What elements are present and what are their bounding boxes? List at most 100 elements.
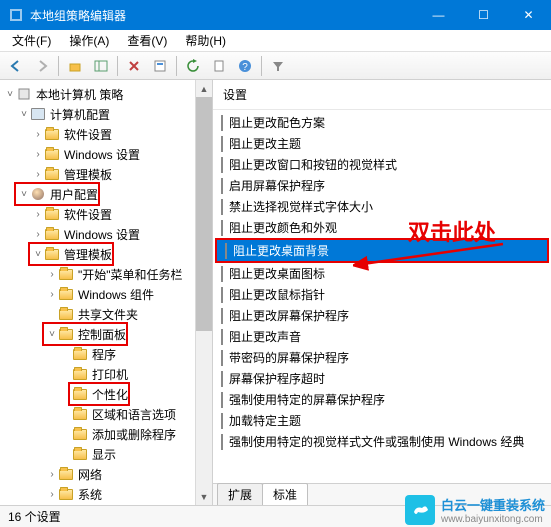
list-item-label: 阻止更改声音 [229, 328, 301, 345]
forward-button[interactable] [30, 54, 54, 78]
list-item[interactable]: 阻止更改颜色和外观 [213, 217, 551, 238]
tree-cc-software[interactable]: › 软件设置 [0, 124, 212, 144]
list-item[interactable]: 阻止更改声音 [213, 326, 551, 347]
tree-label: 软件设置 [64, 126, 112, 143]
show-hide-tree-button[interactable] [89, 54, 113, 78]
list-item[interactable]: 启用屏幕保护程序 [213, 175, 551, 196]
tree-add-remove[interactable]: 添加或删除程序 [0, 424, 212, 444]
tree-label: 系统 [78, 486, 102, 503]
filter-button[interactable] [266, 54, 290, 78]
tree-scrollbar[interactable]: ▲ ▼ [195, 80, 212, 505]
scrollbar-thumb[interactable] [196, 97, 212, 331]
list-item[interactable]: 禁止选择视觉样式字体大小 [213, 196, 551, 217]
tree-network[interactable]: › 网络 [0, 464, 212, 484]
collapse-icon[interactable]: ˅ [46, 329, 58, 340]
tree-display[interactable]: 显示 [0, 444, 212, 464]
tree-region-lang[interactable]: 区域和语言选项 [0, 404, 212, 424]
tree-windows-components[interactable]: › Windows 组件 [0, 284, 212, 304]
tree-cc-windows[interactable]: › Windows 设置 [0, 144, 212, 164]
tree-start-taskbar[interactable]: › "开始"菜单和任务栏 [0, 264, 212, 284]
setting-icon [221, 200, 223, 214]
close-button[interactable]: ✕ [506, 0, 551, 30]
menu-help[interactable]: 帮助(H) [177, 30, 234, 51]
maximize-button[interactable]: ☐ [461, 0, 506, 30]
tree-root[interactable]: ˅ 本地计算机 策略 [0, 84, 212, 104]
tab-extended[interactable]: 扩展 [217, 483, 263, 505]
list-item[interactable]: 阻止更改屏幕保护程序 [213, 305, 551, 326]
tree-cc-templates[interactable]: › 管理模板 [0, 164, 212, 184]
watermark-url: www.baiyunxitong.com [441, 514, 545, 525]
tree-uc-templates[interactable]: ˅ 管理模板 [30, 244, 112, 264]
list-item-label: 强制使用特定的视觉样式文件或强制使用 Windows 经典 [229, 433, 524, 450]
expand-icon[interactable]: › [46, 469, 58, 480]
tree-printers[interactable]: 打印机 [0, 364, 212, 384]
up-button[interactable] [63, 54, 87, 78]
expand-icon[interactable]: › [32, 229, 44, 240]
list-item[interactable]: 阻止更改桌面背景 [217, 240, 547, 261]
tree-uc-windows[interactable]: › Windows 设置 [0, 224, 212, 244]
list-item[interactable]: 强制使用特定的视觉样式文件或强制使用 Windows 经典 [213, 431, 551, 452]
expand-icon[interactable]: › [32, 149, 44, 160]
scroll-up-icon[interactable]: ▲ [196, 80, 212, 97]
delete-button[interactable] [122, 54, 146, 78]
tree-uc-software[interactable]: › 软件设置 [0, 204, 212, 224]
list-item[interactable]: 加载特定主题 [213, 410, 551, 431]
minimize-button[interactable]: — [416, 0, 461, 30]
collapse-icon[interactable]: ˅ [4, 89, 16, 100]
menu-file[interactable]: 文件(F) [4, 30, 59, 51]
list-item[interactable]: 阻止更改鼠标指针 [213, 284, 551, 305]
watermark-logo-icon [405, 495, 435, 525]
refresh-button[interactable] [181, 54, 205, 78]
tree-label: 控制面板 [78, 326, 126, 343]
column-header-setting[interactable]: 设置 [213, 80, 551, 110]
back-button[interactable] [4, 54, 28, 78]
tree-label: 区域和语言选项 [92, 406, 176, 423]
list-item[interactable]: 带密码的屏幕保护程序 [213, 347, 551, 368]
tree-label: Windows 设置 [64, 226, 140, 243]
folder-icon [58, 266, 74, 282]
tree-shared-folders[interactable]: 共享文件夹 [0, 304, 212, 324]
menu-action[interactable]: 操作(A) [61, 30, 117, 51]
tree-label: 打印机 [92, 366, 128, 383]
folder-icon [44, 206, 60, 222]
tree-user-config[interactable]: ˅ 用户配置 [16, 184, 98, 204]
folder-icon [58, 486, 74, 502]
tree-programs[interactable]: 程序 [0, 344, 212, 364]
tree-label: 计算机配置 [50, 106, 110, 123]
list-item[interactable]: 阻止更改主题 [213, 133, 551, 154]
folder-icon [58, 306, 74, 322]
app-icon [8, 7, 24, 23]
expand-icon[interactable]: › [32, 169, 44, 180]
help-button[interactable]: ? [233, 54, 257, 78]
expand-icon[interactable]: › [46, 489, 58, 500]
tree-label: 管理模板 [64, 246, 112, 263]
expand-icon[interactable]: › [32, 129, 44, 140]
list-item[interactable]: 阻止更改窗口和按钮的视觉样式 [213, 154, 551, 175]
collapse-icon[interactable]: ˅ [18, 109, 30, 120]
list-item[interactable]: 强制使用特定的屏幕保护程序 [213, 389, 551, 410]
setting-icon [221, 179, 223, 193]
list-item-label: 带密码的屏幕保护程序 [229, 349, 349, 366]
tree-control-panel[interactable]: ˅ 控制面板 [44, 324, 126, 344]
tree-personalization[interactable]: 个性化 [70, 384, 128, 404]
tree-system[interactable]: › 系统 [0, 484, 212, 504]
toolbar: ? [0, 52, 551, 80]
scroll-down-icon[interactable]: ▼ [196, 488, 212, 505]
collapse-icon[interactable]: ˅ [18, 189, 30, 200]
collapse-icon[interactable]: ˅ [32, 249, 44, 260]
expand-icon[interactable]: › [32, 209, 44, 220]
export-button[interactable] [207, 54, 231, 78]
menu-view[interactable]: 查看(V) [119, 30, 175, 51]
folder-icon [44, 126, 60, 142]
list-item[interactable]: 阻止更改配色方案 [213, 112, 551, 133]
setting-icon [221, 137, 223, 151]
properties-button[interactable] [148, 54, 172, 78]
expand-icon[interactable]: › [46, 269, 58, 280]
list-item[interactable]: 屏幕保护程序超时 [213, 368, 551, 389]
tree-label: Windows 设置 [64, 146, 140, 163]
tab-standard[interactable]: 标准 [262, 483, 308, 505]
tree-computer-config[interactable]: ˅ 计算机配置 [0, 104, 212, 124]
list-item-label: 启用屏幕保护程序 [229, 177, 325, 194]
list-item[interactable]: 阻止更改桌面图标 [213, 263, 551, 284]
expand-icon[interactable]: › [46, 289, 58, 300]
